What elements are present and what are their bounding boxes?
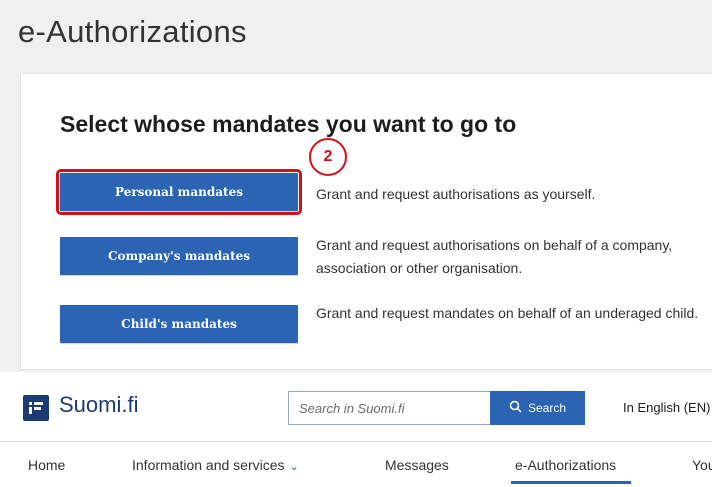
nav-divider	[0, 441, 712, 442]
logo-text[interactable]: Suomi.fi	[59, 392, 138, 418]
personal-mandates-description: Grant and request authorisations as your…	[316, 186, 596, 202]
company-mandates-button[interactable]: Company's mandates	[60, 237, 298, 275]
search-button[interactable]: Search	[490, 391, 585, 425]
card-title: Select whose mandates you want to go to	[60, 111, 517, 137]
personal-mandates-button[interactable]: Personal mandates	[56, 169, 302, 215]
step-annotation-badge: 2	[309, 138, 347, 176]
nav-item-messages[interactable]: Messages	[385, 457, 449, 473]
nav-item-home[interactable]: Home	[28, 457, 65, 473]
nav-item-information-and-services[interactable]: Information and services ⌄	[132, 457, 299, 473]
chevron-down-icon: ⌄	[289, 461, 299, 473]
suomi-logo-icon[interactable]	[23, 395, 49, 421]
search-icon	[509, 400, 522, 416]
page-title: e-Authorizations	[18, 14, 247, 49]
search-button-label: Search	[527, 401, 567, 415]
company-mandates-description: Grant and request authorisations on beha…	[316, 237, 673, 276]
nav-item-you[interactable]: You	[692, 457, 712, 473]
nav-item-label: Information and services	[132, 457, 285, 473]
child-mandates-button[interactable]: Child's mandates	[60, 305, 298, 343]
child-mandates-description: Grant and request mandates on behalf of …	[316, 305, 699, 321]
nav-item-e-authorizations[interactable]: e-Authorizations	[515, 457, 616, 473]
search-input[interactable]	[288, 391, 490, 425]
language-selector[interactable]: In English (EN)	[623, 400, 710, 415]
active-nav-indicator	[511, 481, 631, 484]
